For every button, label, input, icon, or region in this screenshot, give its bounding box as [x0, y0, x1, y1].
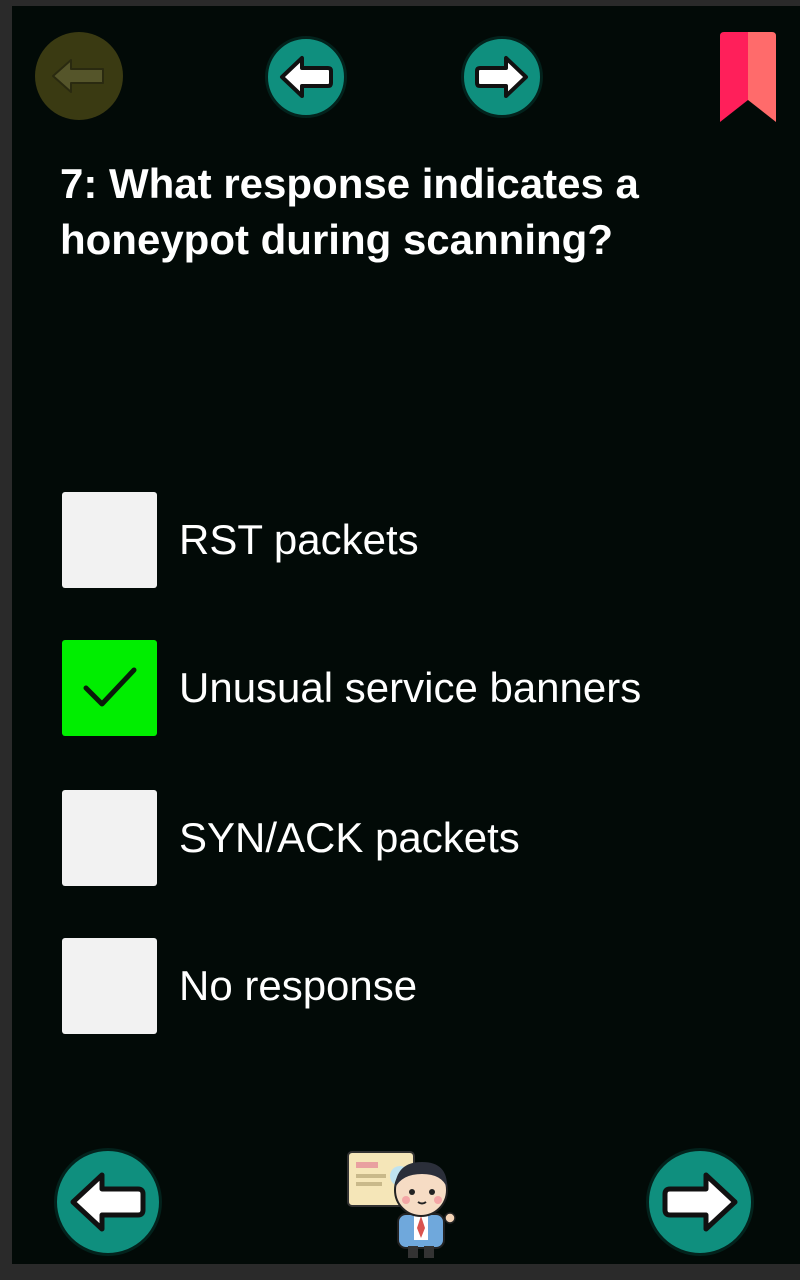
answer-label: No response [179, 962, 418, 1009]
answer-option-4[interactable]: No response [62, 938, 417, 1034]
answer-label: Unusual service banners [179, 664, 642, 711]
answer-option-1[interactable]: RST packets [62, 492, 419, 588]
back-arrow-icon [52, 59, 104, 93]
answer-checkbox-checked[interactable] [62, 640, 157, 736]
quiz-screen: 7: What response indicates a honeypot du… [12, 6, 800, 1264]
question-text: 7: What response indicates a honeypot du… [60, 160, 639, 263]
answer-option-3[interactable]: SYN/ACK packets [62, 790, 520, 886]
answer-option-2[interactable]: Unusual service banners [62, 640, 641, 736]
businessman-mascot-icon [346, 1148, 466, 1260]
answer-label: SYN/ACK packets [179, 814, 520, 861]
answer-checkbox[interactable] [62, 790, 157, 886]
previous-page-button[interactable] [54, 1148, 162, 1256]
checkmark-icon [83, 667, 136, 707]
arrow-right-icon [475, 56, 528, 98]
arrow-left-icon [280, 56, 333, 98]
answer-label: RST packets [179, 516, 419, 563]
arrow-left-icon [70, 1172, 146, 1232]
arrow-right-icon [662, 1172, 738, 1232]
answer-checkbox[interactable] [62, 492, 157, 588]
back-button[interactable] [35, 32, 123, 120]
bookmark-icon [720, 32, 776, 122]
answer-checkbox[interactable] [62, 938, 157, 1034]
previous-question-button[interactable] [265, 36, 347, 118]
next-question-button[interactable] [461, 36, 543, 118]
next-page-button[interactable] [646, 1148, 754, 1256]
bookmark-button[interactable] [718, 32, 778, 124]
